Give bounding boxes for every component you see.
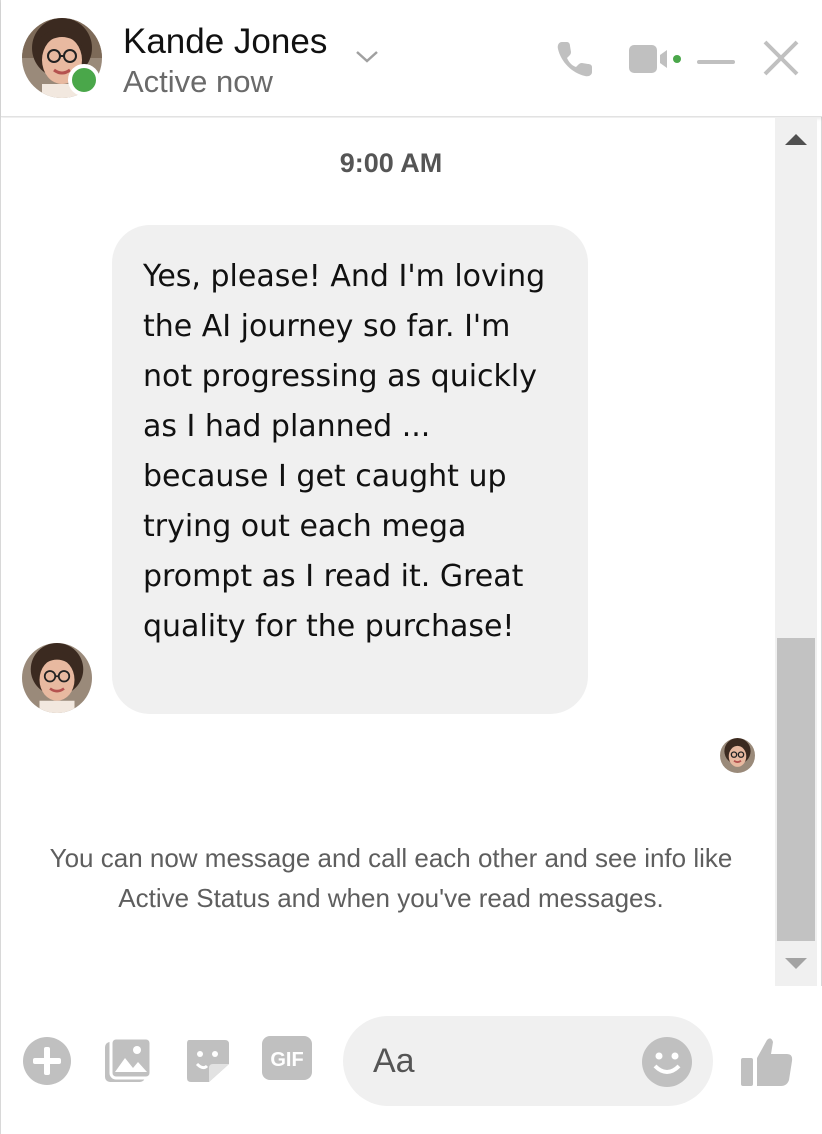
video-camera-icon[interactable] xyxy=(627,42,685,76)
message-composer: GIF Aa xyxy=(1,986,822,1134)
message-input-placeholder: Aa xyxy=(373,1042,415,1080)
contact-status: Active now xyxy=(123,64,273,99)
active-presence-dot xyxy=(68,64,100,96)
scroll-up-arrow-icon[interactable] xyxy=(785,134,807,145)
system-notice: You can now message and call each other … xyxy=(49,843,733,913)
chat-window: Kande Jones Active now 9:00 AM Yes, plea… xyxy=(0,0,822,1134)
close-icon[interactable] xyxy=(761,38,801,78)
photo-icon[interactable] xyxy=(103,1036,153,1086)
sticker-icon[interactable] xyxy=(183,1036,231,1086)
message-text: Yes, please! And I'm loving the AI journ… xyxy=(143,259,546,644)
chat-header: Kande Jones Active now xyxy=(1,0,822,117)
sender-avatar[interactable] xyxy=(22,643,92,713)
read-receipt-avatar xyxy=(720,738,755,773)
gif-label: GIF xyxy=(270,1049,303,1071)
gif-icon[interactable]: GIF xyxy=(262,1036,312,1080)
scroll-down-arrow-icon[interactable] xyxy=(785,958,807,969)
thumbs-up-icon[interactable] xyxy=(739,1034,795,1090)
phone-icon[interactable] xyxy=(554,38,598,80)
plus-icon[interactable] xyxy=(22,1036,72,1086)
chevron-down-icon[interactable] xyxy=(353,46,381,66)
message-list[interactable]: 9:00 AM Yes, please! And I'm loving the … xyxy=(1,118,775,986)
emoji-icon[interactable] xyxy=(641,1036,693,1088)
message-timestamp: 9:00 AM xyxy=(339,148,443,178)
minimize-icon[interactable] xyxy=(697,54,735,64)
contact-name[interactable]: Kande Jones xyxy=(123,22,327,62)
scrollbar[interactable] xyxy=(775,118,817,986)
scrollbar-thumb[interactable] xyxy=(777,638,815,941)
incoming-message-bubble[interactable]: Yes, please! And I'm loving the AI journ… xyxy=(112,225,588,714)
